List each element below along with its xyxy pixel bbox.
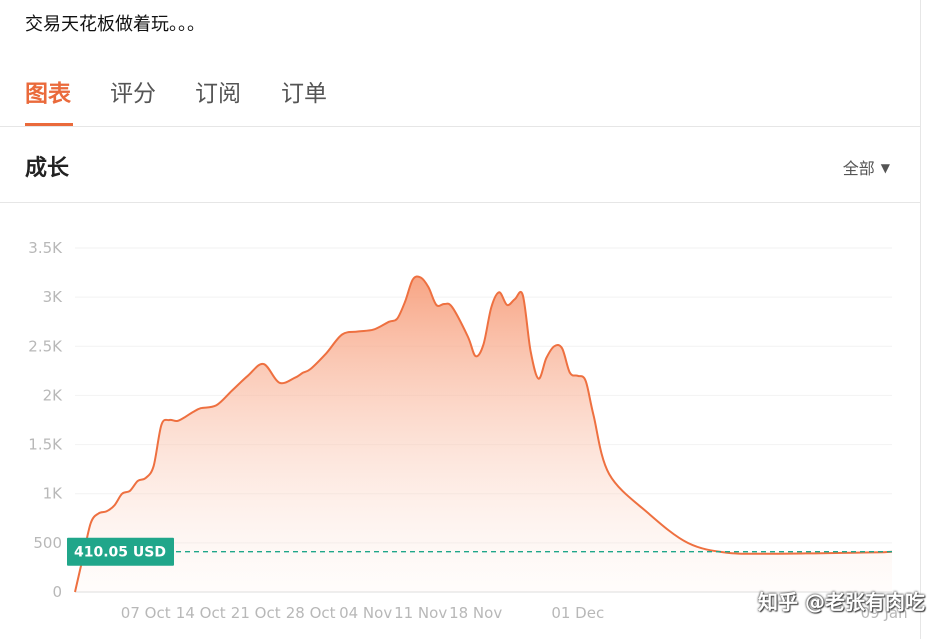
- range-dropdown-label: 全部: [842, 159, 875, 178]
- tab-chart[interactable]: 图表: [25, 74, 71, 108]
- y-tick-label: 0: [52, 583, 62, 601]
- tab-subscriptions[interactable]: 订阅: [195, 74, 241, 108]
- tab-rating[interactable]: 评分: [110, 74, 156, 108]
- active-tab-indicator: [25, 123, 73, 126]
- growth-area: [75, 276, 892, 592]
- x-tick-label: 21 Oct: [231, 604, 281, 622]
- y-tick-label: 3.5K: [28, 239, 63, 257]
- x-tick-label: 18 Nov: [449, 604, 502, 622]
- y-tick-label: 2.5K: [28, 337, 63, 355]
- y-tick-label: 500: [33, 534, 62, 552]
- tab-orders[interactable]: 订单: [281, 74, 327, 108]
- current-value-badge: 410.05 USD: [67, 537, 174, 566]
- x-tick-label: 11 Nov: [394, 604, 447, 622]
- section-header: 成长 全部 ▼: [0, 127, 920, 203]
- y-tick-label: 3K: [43, 288, 64, 306]
- section-title: 成长: [25, 156, 70, 181]
- y-tick-label: 1.5K: [28, 436, 63, 454]
- x-tick-label: 04 Nov: [339, 604, 392, 622]
- y-tick-label: 2K: [43, 386, 64, 404]
- tab-bar: 图表 评分 订阅 订单: [0, 60, 920, 127]
- strategy-description: 交易天花板做着玩。。。: [25, 14, 205, 35]
- watermark: 知乎 @老张有肉吃: [758, 590, 925, 614]
- range-dropdown[interactable]: 全部 ▼: [843, 155, 890, 179]
- right-divider: [920, 0, 921, 639]
- x-tick-label: 28 Oct: [286, 604, 336, 622]
- caret-down-icon: ▼: [880, 161, 890, 175]
- y-tick-label: 1K: [43, 485, 64, 503]
- x-tick-label: 01 Dec: [551, 604, 604, 622]
- x-tick-label: 14 Oct: [176, 604, 226, 622]
- current-value-label: 410.05 USD: [74, 545, 166, 561]
- growth-chart: 0 500 1K 1.5K 2K 2.5K 3K 3.5K 07 Oct 14 Oct 21 Oc…: [28, 239, 907, 622]
- x-tick-label: 07 Oct: [121, 604, 171, 622]
